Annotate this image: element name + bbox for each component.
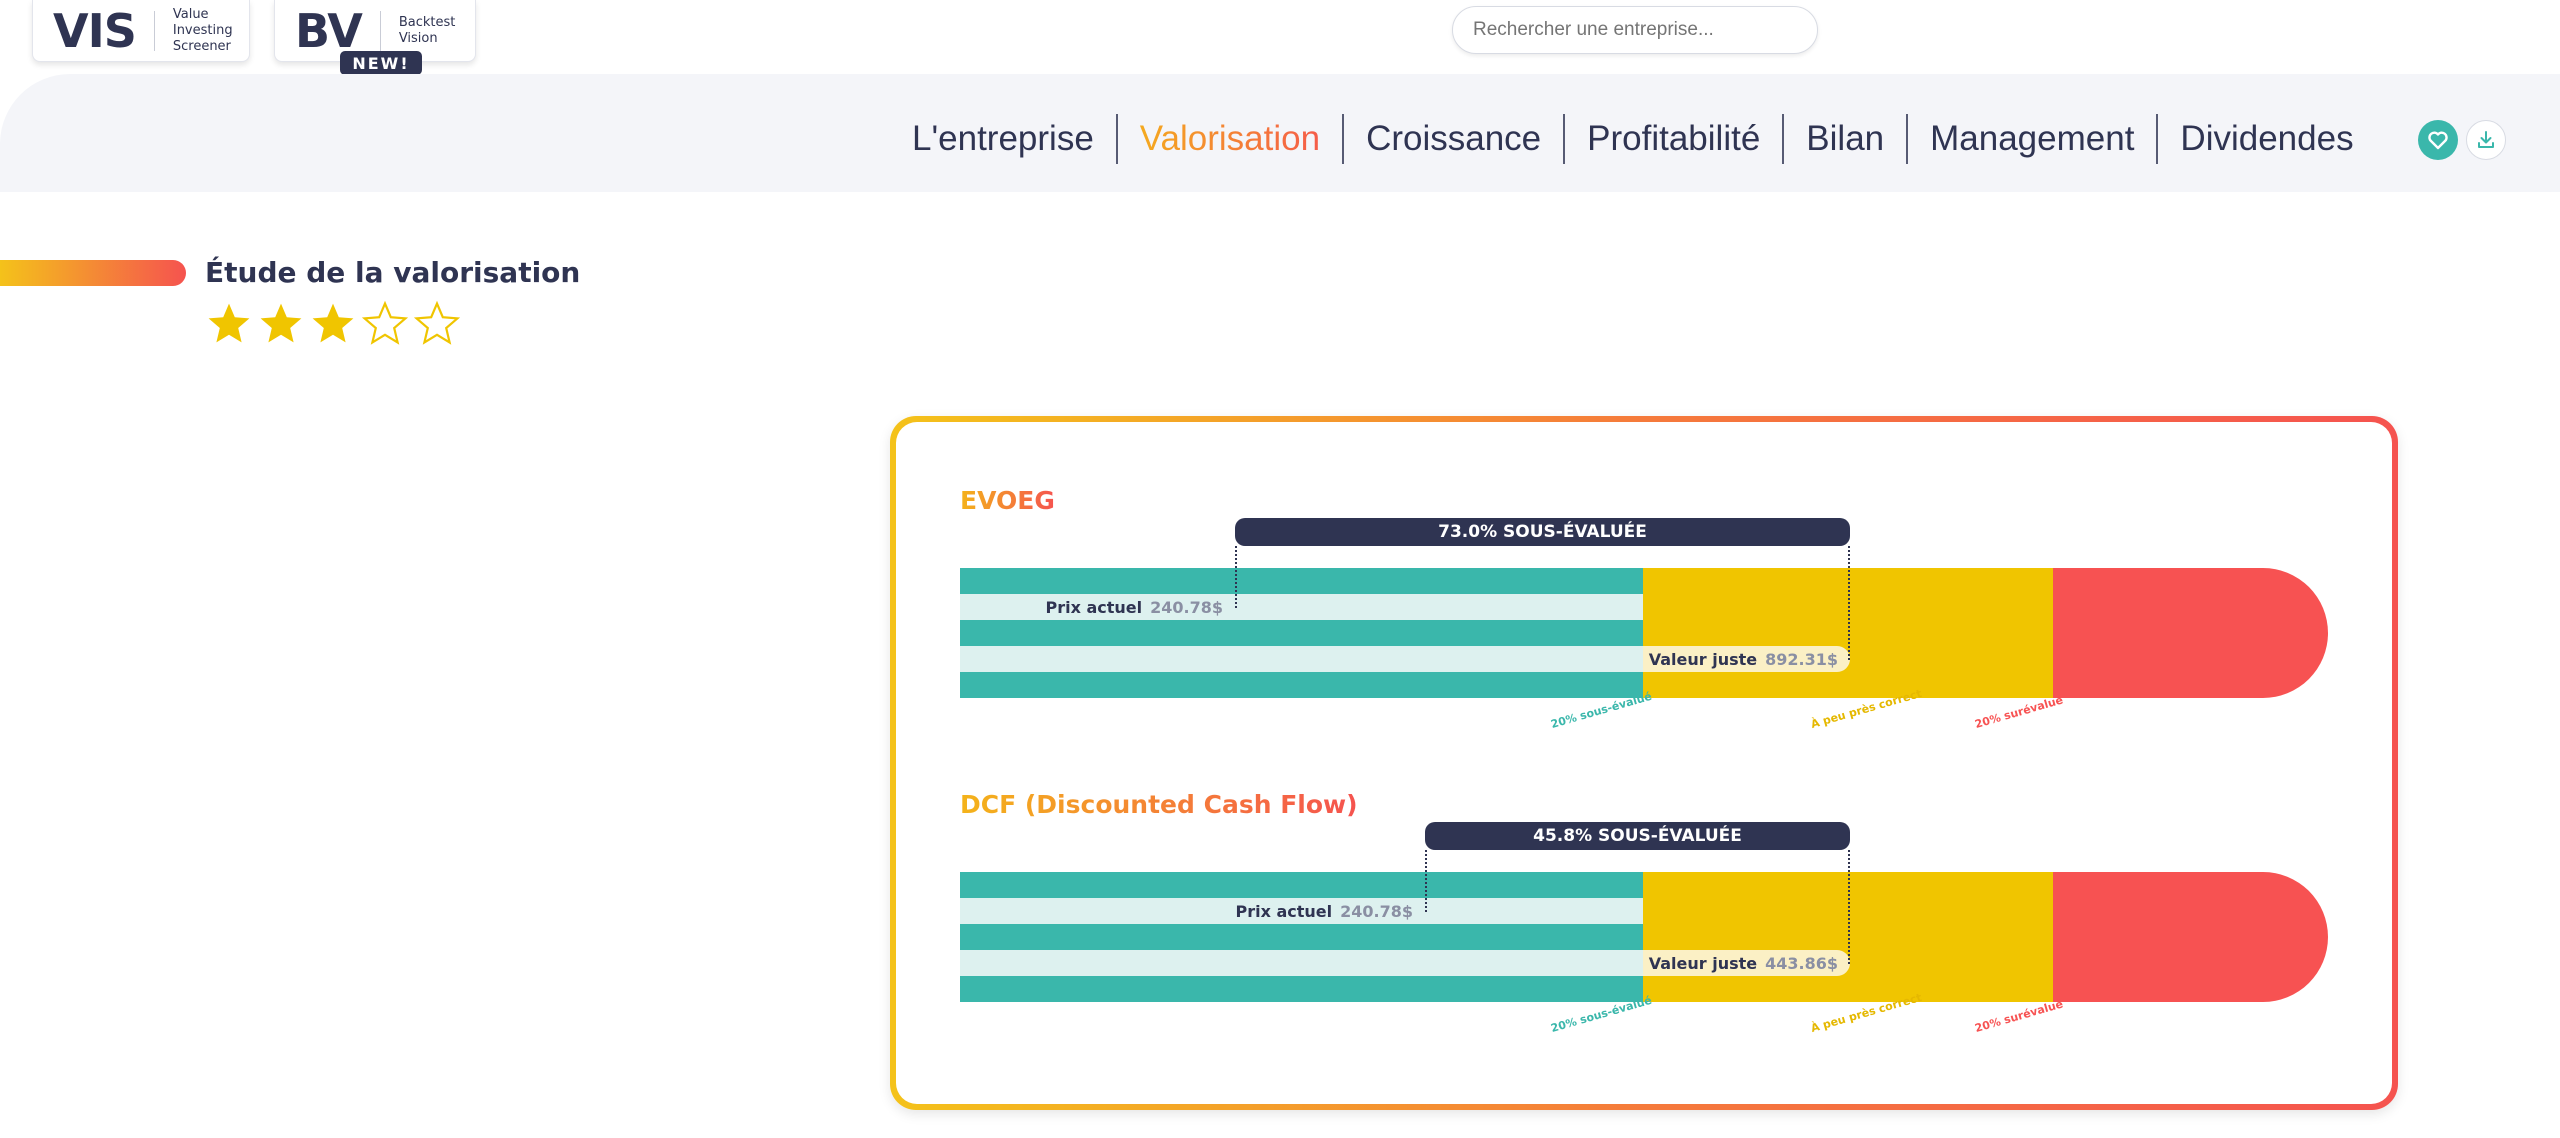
fair-connector — [1848, 850, 1850, 964]
zone-label: 20% surévalué — [1973, 693, 2065, 731]
zone-overvalued — [2053, 872, 2328, 1002]
tab-profitabilite[interactable]: Profitabilité — [1565, 119, 1782, 159]
undervaluation-banner: 45.8% SOUS-ÉVALUÉE — [1425, 822, 1850, 850]
current-price-value: 240.78$ — [1340, 901, 1413, 921]
current-price-label: Prix actuel — [1235, 901, 1333, 921]
logo-divider — [379, 10, 381, 51]
search-input[interactable] — [1452, 6, 1818, 54]
tab-valorisation[interactable]: Valorisation — [1118, 119, 1342, 159]
tab-divider — [2156, 114, 2159, 164]
vis-logo[interactable]: VIS Value Investing Screener — [32, 0, 250, 62]
fair-value-marker: Valeur juste 443.86$ — [1643, 950, 1850, 976]
fair-connector — [1848, 546, 1850, 660]
fair-value-value: 443.86$ — [1765, 953, 1838, 973]
price-connector — [1235, 546, 1237, 608]
bv-sub-line: Backtest — [398, 14, 456, 30]
download-button[interactable] — [2466, 120, 2506, 160]
zone-undervalued — [960, 568, 1643, 698]
valuation-method-title: EVOEG — [960, 486, 1055, 515]
valuation-method-title: DCF (Discounted Cash Flow) — [960, 790, 1358, 819]
tab-management[interactable]: Management — [1908, 119, 2156, 159]
favorite-button[interactable] — [2418, 120, 2458, 160]
vis-sub-line: Value — [172, 6, 209, 22]
price-connector — [1425, 850, 1427, 912]
valuation-card-body: EVOEG 73.0% SOUS-ÉVALUÉE Prix actuel 240.78… — [896, 422, 2392, 1104]
tab-dividendes[interactable]: Dividendes — [2158, 119, 2375, 159]
section-accent-bar — [0, 260, 186, 286]
tab-divider — [1563, 114, 1566, 164]
zone-overvalued — [2053, 568, 2328, 698]
bv-logo-subtitle: Backtest Vision — [399, 15, 456, 47]
vis-sub-line: Investing — [172, 22, 233, 38]
tab-bilan[interactable]: Bilan — [1784, 119, 1906, 159]
current-price-label: Prix actuel — [1045, 597, 1143, 617]
tab-divider — [1342, 114, 1345, 164]
current-price-value: 240.78$ — [1150, 597, 1223, 617]
tab-divider — [1782, 114, 1785, 164]
vis-logo-text: VIS — [53, 3, 137, 58]
logo-divider — [153, 10, 155, 51]
star-filled-icon — [208, 303, 250, 343]
tab-divider — [1115, 114, 1118, 164]
tab-croissance[interactable]: Croissance — [1344, 119, 1563, 159]
tab-entreprise[interactable]: L'entreprise — [890, 119, 1116, 159]
top-bar: VIS Value Investing Screener BV Backtest… — [0, 0, 2560, 75]
star-empty-icon — [361, 300, 409, 345]
star-rating — [205, 300, 461, 348]
gauge-stripe — [960, 950, 1643, 976]
valuation-card: EVOEG 73.0% SOUS-ÉVALUÉE Prix actuel 240.78… — [890, 416, 2398, 1110]
gauge-stripe — [960, 646, 1643, 672]
bv-sub-line: Vision — [398, 30, 438, 46]
zone-label: 20% surévalué — [1973, 997, 2065, 1035]
section-tabs: L'entreprise Valorisation Croissance Pro… — [890, 112, 2376, 166]
new-badge: NEW! — [340, 51, 422, 75]
undervaluation-banner: 73.0% SOUS-ÉVALUÉE — [1235, 518, 1850, 546]
download-icon — [2478, 131, 2494, 148]
zone-undervalued — [960, 872, 1643, 1002]
tab-divider — [1906, 114, 1909, 164]
star-empty-icon — [413, 300, 461, 345]
fair-value-marker: Valeur juste 892.31$ — [1643, 646, 1850, 672]
valuation-gauge: Prix actuel 240.78$ Valeur juste 443.86$ — [960, 872, 2328, 1002]
fair-value-value: 892.31$ — [1765, 649, 1838, 669]
star-filled-icon — [312, 303, 354, 343]
bv-logo-text: BV — [295, 3, 363, 58]
section-title: Étude de la valorisation — [205, 256, 581, 289]
fair-value-label: Valeur juste — [1648, 649, 1758, 669]
current-price-marker: Prix actuel 240.78$ — [960, 898, 1425, 924]
vis-logo-subtitle: Value Investing Screener — [173, 7, 233, 55]
current-price-marker: Prix actuel 240.78$ — [960, 594, 1235, 620]
vis-sub-line: Screener — [172, 38, 231, 54]
heart-icon — [2428, 131, 2448, 150]
fair-value-label: Valeur juste — [1648, 953, 1758, 973]
star-filled-icon — [260, 303, 302, 343]
valuation-gauge: Prix actuel 240.78$ Valeur juste 892.31$ — [960, 568, 2328, 698]
